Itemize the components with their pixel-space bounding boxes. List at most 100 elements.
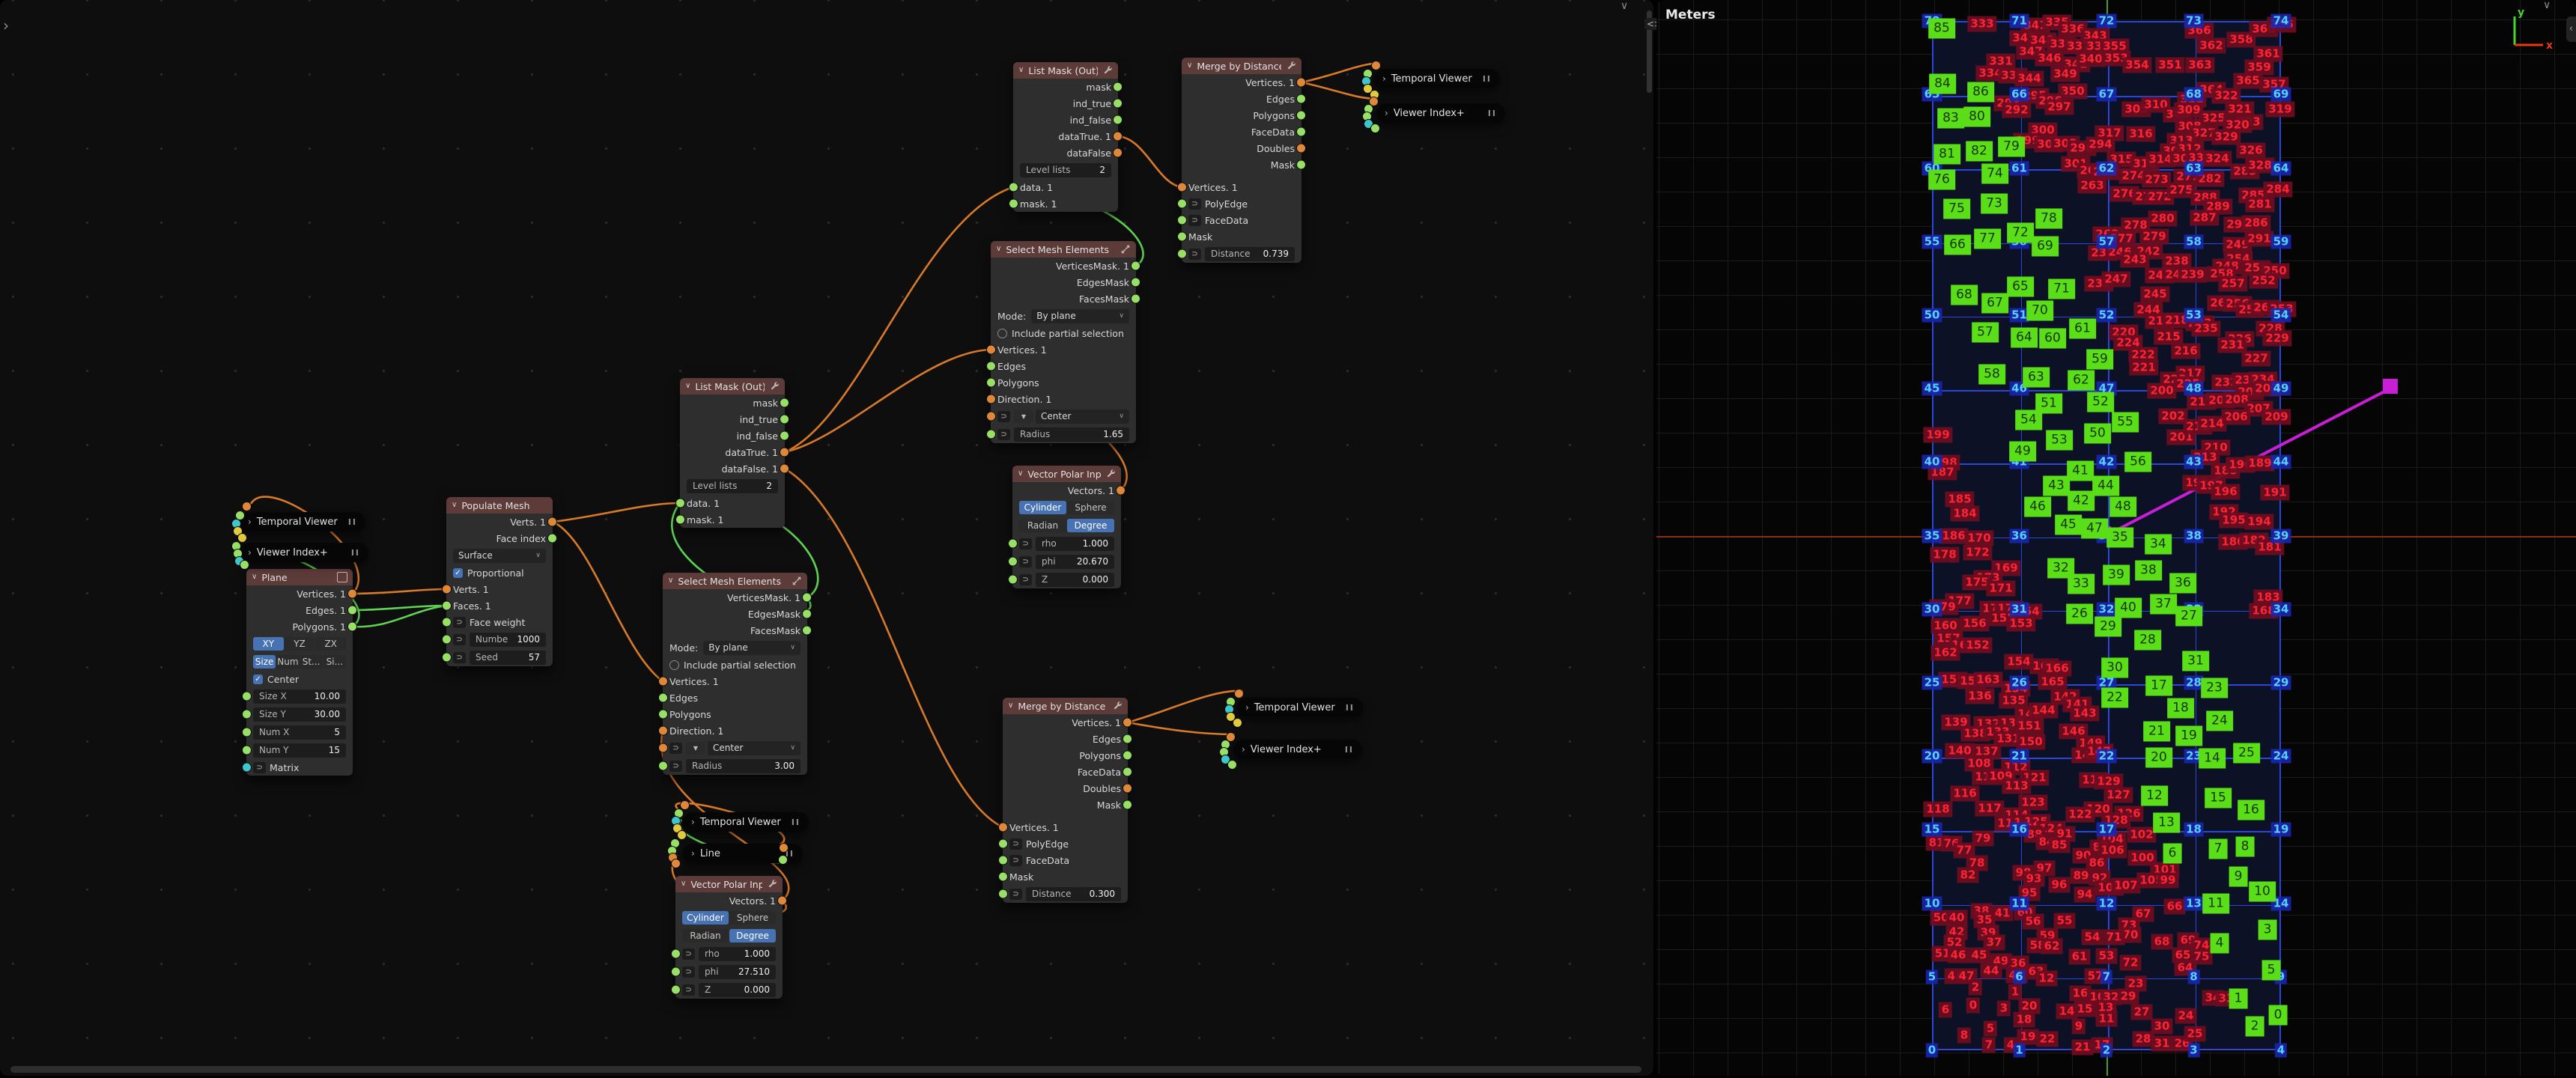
input-socket[interactable] <box>442 585 452 594</box>
value-field-level-lists[interactable]: Level lists2 <box>1020 163 1111 177</box>
value-field-distance[interactable]: Distance0.739 <box>1205 247 1295 261</box>
input-socket[interactable] <box>1009 183 1018 192</box>
toggle-option-radian[interactable]: Radian <box>682 929 729 943</box>
node-header-plane[interactable]: ∨Plane <box>246 569 353 585</box>
input-socket[interactable] <box>998 856 1008 865</box>
axis-dropdown-button[interactable]: ▼ <box>686 742 705 755</box>
viewport-3d[interactable]: 3333413353363433453483383373393553663623… <box>1656 0 2576 1076</box>
pill-socket[interactable] <box>677 830 687 840</box>
value-field-level-lists[interactable]: Level lists2 <box>687 479 778 493</box>
value-field-phi[interactable]: phi20.670 <box>1036 555 1114 569</box>
node-editor-canvas[interactable]: ∨PlaneVertices. 1Edges. 1Polygons. 1XYYZ… <box>0 0 1653 1076</box>
pause-icon[interactable]: II <box>1345 745 1354 755</box>
pause-icon[interactable]: II <box>348 517 357 527</box>
input-socket[interactable] <box>998 872 1008 882</box>
collapse-chevron-icon[interactable]: › <box>1382 73 1386 84</box>
checkbox-checked[interactable]: ✓ <box>253 674 263 684</box>
input-socket[interactable] <box>1177 216 1187 225</box>
output-socket[interactable] <box>347 589 357 599</box>
node-header-vector-polar-bottom[interactable]: ∨Vector Polar Input <box>675 876 783 892</box>
pill-socket[interactable] <box>671 859 681 868</box>
input-socket[interactable] <box>986 378 996 388</box>
pause-icon[interactable]: II <box>792 817 801 827</box>
value-field-radius[interactable]: Radius1.65 <box>1014 427 1129 442</box>
output-socket[interactable] <box>1296 78 1306 88</box>
value-field-distance[interactable]: Distance0.300 <box>1026 887 1121 901</box>
pill-socket[interactable] <box>1234 689 1244 698</box>
axis-dropdown-button[interactable]: ▼ <box>1014 410 1033 423</box>
plug-icon[interactable]: ⊃ <box>682 966 695 978</box>
pause-icon[interactable]: II <box>1488 109 1497 118</box>
plug-icon[interactable]: ⊃ <box>997 411 1010 422</box>
input-socket[interactable] <box>986 345 996 355</box>
plug-icon[interactable]: ⊃ <box>453 634 466 645</box>
plug-icon[interactable]: ⊃ <box>1019 556 1032 567</box>
toggle-option-cylinder[interactable]: Cylinder <box>682 911 729 925</box>
collapse-chevron-icon[interactable]: ∨ <box>996 246 1001 253</box>
output-socket[interactable] <box>780 415 789 424</box>
collapse-chevron-icon[interactable]: ∨ <box>1187 62 1192 70</box>
toggle-option-zx[interactable]: ZX <box>315 637 346 651</box>
output-socket[interactable] <box>1123 734 1132 744</box>
plug-icon[interactable]: ⊃ <box>1188 249 1201 260</box>
output-socket[interactable] <box>780 431 789 441</box>
toggle-option-radian[interactable]: Radian <box>1019 519 1066 532</box>
input-socket[interactable] <box>658 677 668 686</box>
node-temporal-viewer-bl[interactable]: ›Temporal ViewerII <box>683 812 809 832</box>
collapse-chevron-icon[interactable]: › <box>248 547 252 558</box>
output-socket[interactable] <box>347 606 357 615</box>
collapse-chevron-icon[interactable]: › <box>1245 702 1249 713</box>
value-field-phi[interactable]: phi27.510 <box>699 965 776 979</box>
pause-icon[interactable]: II <box>1483 74 1492 84</box>
pill-socket[interactable] <box>1370 124 1380 133</box>
plug-icon[interactable]: ⊃ <box>1188 198 1201 210</box>
input-socket[interactable] <box>671 967 681 977</box>
input-socket[interactable] <box>442 635 452 645</box>
collapse-chevron-icon[interactable]: ∨ <box>1018 67 1024 74</box>
value-field-rho[interactable]: rho1.000 <box>1036 537 1114 551</box>
toggle-option-degree[interactable]: Degree <box>1067 519 1114 532</box>
value-field-z[interactable]: Z0.000 <box>1036 573 1114 587</box>
input-socket[interactable] <box>242 763 252 773</box>
output-socket[interactable] <box>1113 148 1123 158</box>
node-header-vector-polar-top[interactable]: ∨Vector Polar Input <box>1012 466 1121 482</box>
input-socket[interactable] <box>675 499 685 508</box>
pill-socket[interactable] <box>240 560 249 570</box>
input-socket[interactable] <box>1177 183 1187 192</box>
node-temporal-viewer-left[interactable]: ›Temporal ViewerII <box>240 512 365 532</box>
output-socket[interactable] <box>1131 278 1140 287</box>
plug-icon[interactable]: ⊃ <box>1188 215 1201 226</box>
output-socket[interactable] <box>1296 127 1306 137</box>
input-socket[interactable] <box>998 889 1008 899</box>
input-socket[interactable] <box>442 653 452 663</box>
collapse-chevron-icon[interactable]: ∨ <box>668 577 673 585</box>
value-field-rho[interactable]: rho1.000 <box>699 947 776 961</box>
toggle-option-sphere[interactable]: Sphere <box>1067 501 1114 514</box>
pause-icon[interactable]: II <box>1346 703 1355 713</box>
value-field-num-x[interactable]: Num X5 <box>253 725 346 740</box>
plug-icon[interactable]: ⊃ <box>669 743 682 754</box>
value-field-z[interactable]: Z0.000 <box>699 983 776 997</box>
node-header-select-mesh-top[interactable]: ∨Select Mesh Elements <box>991 241 1136 258</box>
pill-socket[interactable] <box>1233 718 1242 728</box>
editor-corner-chevron-icon[interactable]: ∨ <box>1620 0 1628 13</box>
output-socket[interactable] <box>802 609 812 619</box>
toggle-option-si[interactable]: Si... <box>323 655 346 669</box>
node-temporal-viewer-top[interactable]: ›Temporal ViewerII <box>1374 69 1500 88</box>
input-socket[interactable] <box>1009 199 1018 209</box>
value-field-seed[interactable]: Seed57 <box>470 651 546 665</box>
collapse-chevron-icon[interactable]: › <box>691 848 695 859</box>
editor-collapse-arrow-icon[interactable]: › <box>3 18 9 33</box>
collapse-chevron-icon[interactable]: ∨ <box>452 502 457 509</box>
collapse-chevron-icon[interactable]: › <box>1385 108 1388 118</box>
input-socket[interactable] <box>658 693 668 703</box>
input-socket[interactable] <box>1177 199 1187 209</box>
pill-socket[interactable] <box>779 843 789 853</box>
node-viewer-index-br[interactable]: ›Viewer Index+II <box>1233 740 1362 759</box>
output-socket[interactable] <box>802 626 812 636</box>
dropdown-surface[interactable]: Surface∨ <box>453 549 546 563</box>
pause-icon[interactable]: II <box>351 548 360 558</box>
input-socket[interactable] <box>242 692 252 701</box>
center-dropdown[interactable]: Center∨ <box>1036 409 1129 424</box>
checkbox-unchecked[interactable] <box>669 660 679 670</box>
